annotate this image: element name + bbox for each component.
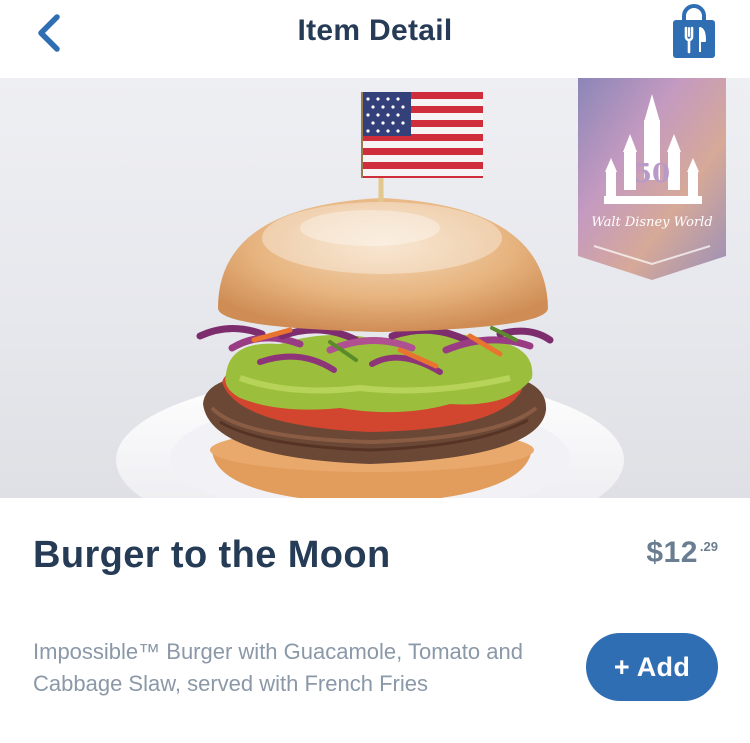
svg-text:50: 50 bbox=[634, 159, 670, 189]
item-price: $12 .29 bbox=[646, 536, 718, 570]
svg-text:Walt Disney World: Walt Disney World bbox=[591, 215, 712, 230]
add-to-cart-button[interactable]: + Add bbox=[586, 633, 718, 701]
price-dollars: $12 bbox=[646, 536, 698, 569]
american-flag-icon bbox=[361, 92, 483, 178]
item-description: Impossible™ Burger with Guacamole, Tomat… bbox=[33, 639, 523, 696]
page-title: Item Detail bbox=[297, 14, 453, 47]
item-photo: 50 Walt Disney World bbox=[0, 78, 750, 498]
cart-button[interactable] bbox=[664, 3, 724, 65]
shopping-bag-fork-knife-icon bbox=[670, 3, 718, 65]
top-nav-bar: Item Detail bbox=[0, 0, 750, 78]
price-cents: .29 bbox=[699, 539, 718, 554]
item-name: Burger to the Moon bbox=[33, 534, 391, 576]
walt-disney-world-50-badge: 50 Walt Disney World bbox=[578, 78, 726, 280]
